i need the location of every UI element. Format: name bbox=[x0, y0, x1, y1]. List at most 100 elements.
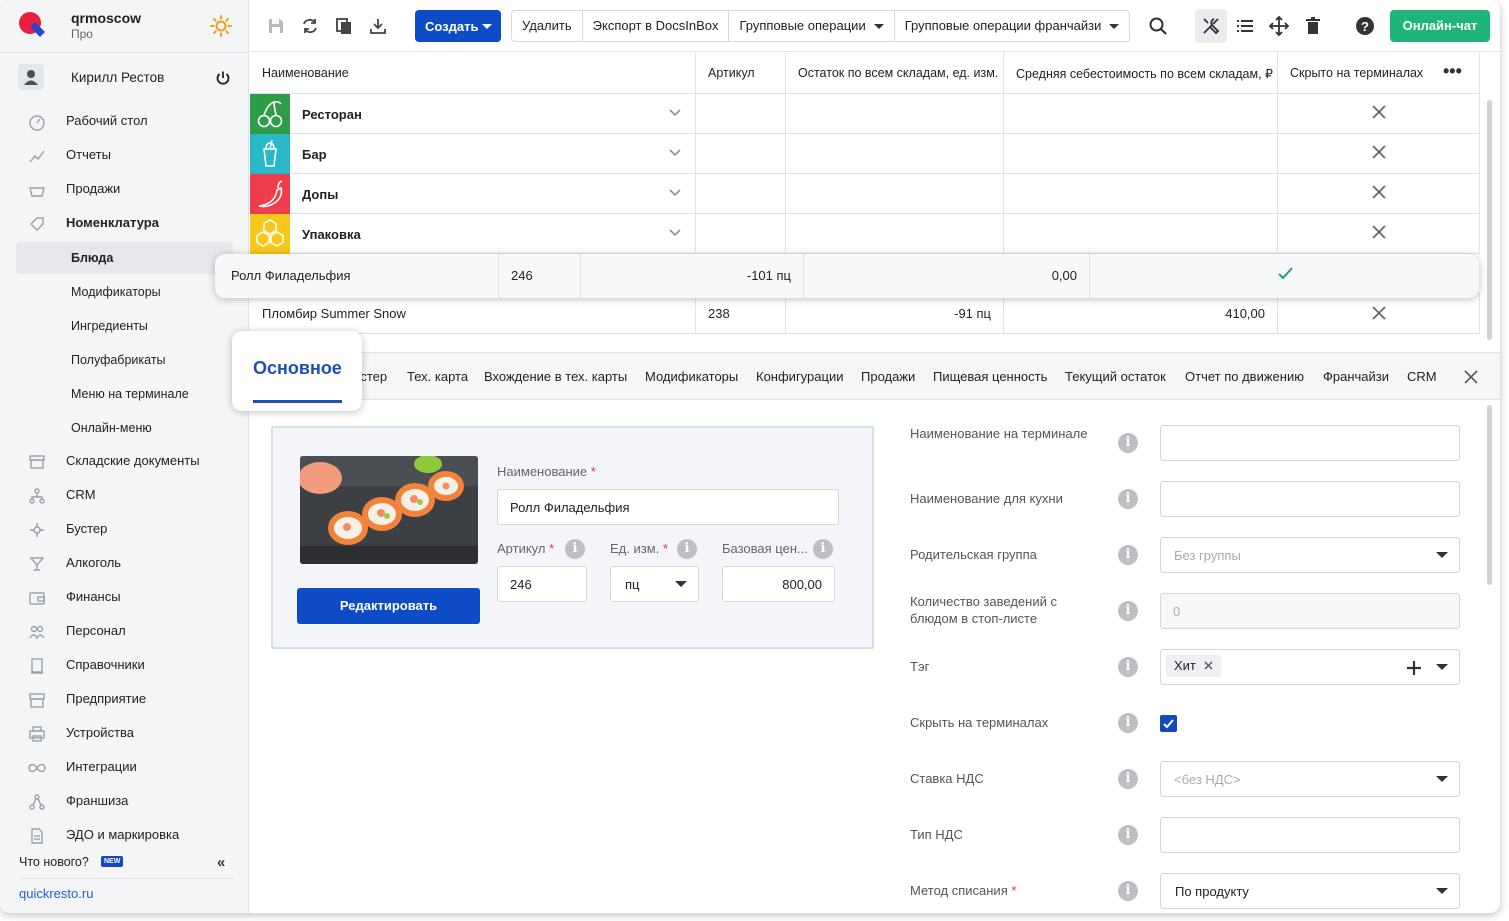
download-icon[interactable] bbox=[368, 16, 388, 36]
info-icon[interactable]: i bbox=[1118, 825, 1138, 845]
list-icon[interactable] bbox=[1235, 16, 1255, 36]
form-scrollbar[interactable] bbox=[1487, 405, 1492, 585]
user-row[interactable]: Кирилл Рестов bbox=[0, 62, 249, 94]
tab-modifiers[interactable]: Модификаторы bbox=[645, 369, 738, 384]
save-icon[interactable] bbox=[266, 16, 286, 36]
sidebar-item-integrations[interactable]: Интеграции bbox=[0, 750, 249, 784]
price-field[interactable]: 800,00 bbox=[722, 566, 835, 602]
help-icon[interactable]: ? bbox=[1355, 16, 1375, 36]
tab-tech-card-usage[interactable]: Вхождение в тех. карты bbox=[484, 369, 627, 384]
chevron-down-icon[interactable] bbox=[668, 106, 682, 120]
article-field[interactable]: 246 bbox=[497, 566, 587, 602]
create-button[interactable]: Создать bbox=[415, 10, 501, 42]
table-row-group[interactable]: Бар bbox=[250, 134, 1480, 174]
table-row[interactable]: Пломбир Summer Snow 238 -91 пц 410,00 bbox=[250, 294, 1480, 334]
power-icon[interactable] bbox=[215, 70, 231, 86]
info-icon[interactable]: i bbox=[1118, 657, 1138, 677]
export-docsinbox-button[interactable]: Экспорт в DocsInBox bbox=[583, 11, 730, 41]
copy-icon[interactable] bbox=[334, 16, 354, 36]
refresh-icon[interactable] bbox=[300, 16, 320, 36]
tab-main[interactable]: Основное bbox=[232, 331, 362, 411]
name-field[interactable]: Ролл Филадельфия bbox=[497, 489, 839, 525]
vat-type-field[interactable] bbox=[1160, 817, 1460, 853]
close-icon[interactable] bbox=[1463, 369, 1479, 385]
table-row-group[interactable]: Ресторан bbox=[250, 94, 1480, 134]
sidebar-item-finance[interactable]: Финансы bbox=[0, 580, 249, 614]
online-chat-button[interactable]: Онлайн-чат bbox=[1390, 10, 1490, 42]
edit-button[interactable]: Редактировать bbox=[297, 588, 480, 624]
theme-sun-icon[interactable] bbox=[210, 15, 232, 37]
info-icon[interactable]: i bbox=[1118, 713, 1138, 733]
info-icon[interactable]: i bbox=[677, 539, 697, 559]
sidebar-item-staff[interactable]: Персонал bbox=[0, 614, 249, 648]
search-icon[interactable] bbox=[1148, 16, 1168, 36]
terminal-name-field[interactable] bbox=[1160, 425, 1460, 461]
table-row-group[interactable]: Допы bbox=[250, 174, 1480, 214]
remove-tag-icon[interactable] bbox=[1204, 661, 1213, 670]
sidebar-item-dashboard[interactable]: Рабочий стол bbox=[0, 104, 249, 138]
kitchen-name-field[interactable] bbox=[1160, 481, 1460, 517]
writeoff-method-select[interactable]: По продукту bbox=[1160, 873, 1460, 909]
vat-rate-select[interactable]: <без НДС> bbox=[1160, 761, 1460, 797]
tools-icon[interactable] bbox=[1201, 16, 1221, 36]
tab-franchisee[interactable]: Франчайзи bbox=[1323, 369, 1389, 384]
info-icon[interactable]: i bbox=[1118, 433, 1138, 453]
tab-nutrition[interactable]: Пищевая ценность bbox=[933, 369, 1047, 384]
account-name[interactable]: qrmoscow bbox=[71, 10, 141, 26]
column-header-cost[interactable]: Средняя себестоимость по всем складам, ₽ bbox=[1004, 53, 1278, 93]
trash-icon[interactable] bbox=[1303, 16, 1323, 36]
sidebar-item-sales[interactable]: Продажи bbox=[0, 172, 249, 206]
sidebar-item-nomenclature[interactable]: Номенклатура bbox=[0, 206, 249, 240]
tab-tech-card[interactable]: Тех. карта bbox=[407, 369, 468, 384]
group-operations-franchise-dropdown[interactable]: Групповые операции франчайзи bbox=[895, 11, 1130, 41]
collapse-sidebar-icon[interactable]: « bbox=[217, 854, 225, 871]
chevron-down-icon[interactable] bbox=[668, 146, 682, 160]
column-header-name[interactable]: Наименование bbox=[250, 53, 696, 93]
tab-configurations[interactable]: Конфигурации bbox=[756, 369, 843, 384]
sidebar-item-enterprise[interactable]: Предприятие bbox=[0, 682, 249, 716]
tab-current-stock[interactable]: Текущий остаток bbox=[1065, 369, 1166, 384]
sidebar-item-crm[interactable]: CRM bbox=[0, 478, 249, 512]
chevron-down-icon[interactable] bbox=[668, 186, 682, 200]
info-icon[interactable]: i bbox=[1118, 601, 1138, 621]
sidebar-item-directories[interactable]: Справочники bbox=[0, 648, 249, 682]
tab-sales[interactable]: Продажи bbox=[861, 369, 915, 384]
sidebar-item-alcohol[interactable]: Алкоголь bbox=[0, 546, 249, 580]
info-icon[interactable]: i bbox=[813, 539, 833, 559]
more-options-icon[interactable]: ••• bbox=[1443, 61, 1462, 82]
chevron-down-icon[interactable] bbox=[668, 226, 682, 240]
sidebar-item-edo[interactable]: ЭДО и маркировка bbox=[0, 818, 249, 852]
sidebar-subitem-semi-finished[interactable]: Полуфабрикаты bbox=[16, 344, 233, 376]
sidebar-subitem-online-menu[interactable]: Онлайн-меню bbox=[16, 412, 233, 444]
sidebar-item-franchise[interactable]: Франшиза bbox=[0, 784, 249, 818]
sidebar-subitem-dishes[interactable]: Блюда bbox=[16, 242, 233, 274]
info-icon[interactable]: i bbox=[565, 539, 585, 559]
sidebar-subitem-ingredients[interactable]: Ингредиенты bbox=[16, 310, 233, 342]
sidebar-item-devices[interactable]: Устройства bbox=[0, 716, 249, 750]
table-scrollbar[interactable] bbox=[1487, 100, 1492, 340]
selected-table-row[interactable]: Ролл Филадельфия 246 -101 пц 0,00 bbox=[215, 254, 1479, 298]
sidebar-item-warehouse-docs[interactable]: Складские документы bbox=[0, 444, 249, 478]
table-row-group[interactable]: Упаковка bbox=[250, 214, 1480, 254]
column-header-stock[interactable]: Остаток по всем складам, ед. изм. bbox=[786, 53, 1004, 93]
sidebar-item-booster[interactable]: Бустер bbox=[0, 512, 249, 546]
quickresto-link[interactable]: quickresto.ru bbox=[19, 886, 93, 901]
tab-movement-report[interactable]: Отчет по движению bbox=[1185, 369, 1304, 384]
tab-crm[interactable]: CRM bbox=[1407, 369, 1437, 384]
move-icon[interactable] bbox=[1269, 16, 1289, 36]
group-operations-dropdown[interactable]: Групповые операции bbox=[729, 11, 895, 41]
add-icon[interactable] bbox=[1406, 660, 1422, 676]
parent-group-select[interactable]: Без группы bbox=[1160, 537, 1460, 573]
whats-new-link[interactable]: Что нового? bbox=[19, 855, 89, 869]
column-header-article[interactable]: Артикул bbox=[696, 53, 786, 93]
info-icon[interactable]: i bbox=[1118, 769, 1138, 789]
sidebar-subitem-terminal-menu[interactable]: Меню на терминале bbox=[16, 378, 233, 410]
hide-on-terminals-checkbox[interactable] bbox=[1160, 715, 1177, 732]
delete-button[interactable]: Удалить bbox=[512, 11, 583, 41]
info-icon[interactable]: i bbox=[1118, 489, 1138, 509]
sidebar-item-reports[interactable]: Отчеты bbox=[0, 138, 249, 172]
unit-select[interactable]: пц bbox=[610, 566, 699, 602]
info-icon[interactable]: i bbox=[1118, 545, 1138, 565]
info-icon[interactable]: i bbox=[1118, 881, 1138, 901]
sidebar-subitem-modifiers[interactable]: Модификаторы bbox=[16, 276, 233, 308]
